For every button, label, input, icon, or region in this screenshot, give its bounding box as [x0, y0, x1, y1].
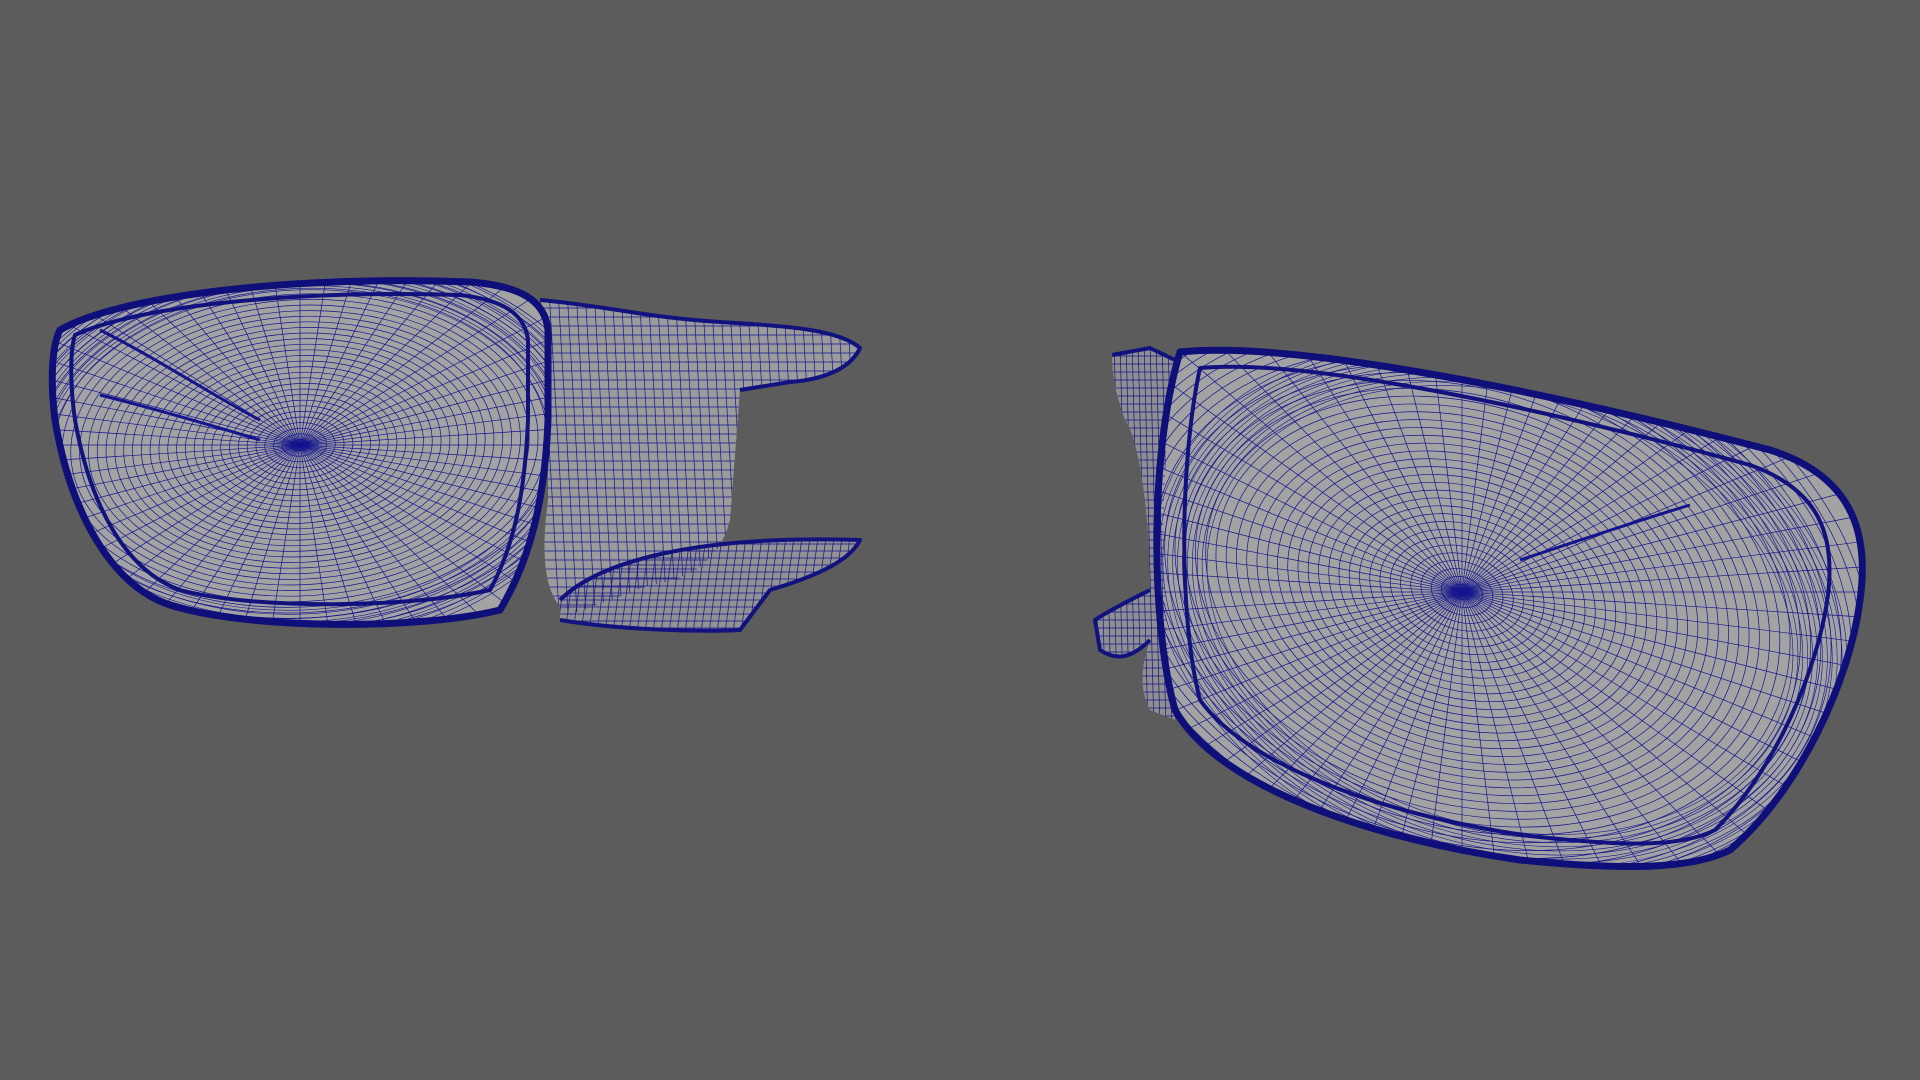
mesh-edge [854, 300, 860, 615]
mesh-edge [864, 290, 884, 630]
3d-viewport[interactable] [0, 0, 1920, 1080]
mesh-edge [1101, 348, 1113, 720]
mesh-edge [1107, 348, 1119, 720]
mesh-edge [1095, 348, 1101, 720]
mirror-cover-left[interactable] [0, 141, 884, 749]
right-face-wireframe [1156, 350, 1863, 867]
mirror-cover-right[interactable] [790, 112, 1920, 1072]
mesh-edge [1095, 348, 1107, 720]
viewport-canvas[interactable] [0, 0, 1920, 1080]
